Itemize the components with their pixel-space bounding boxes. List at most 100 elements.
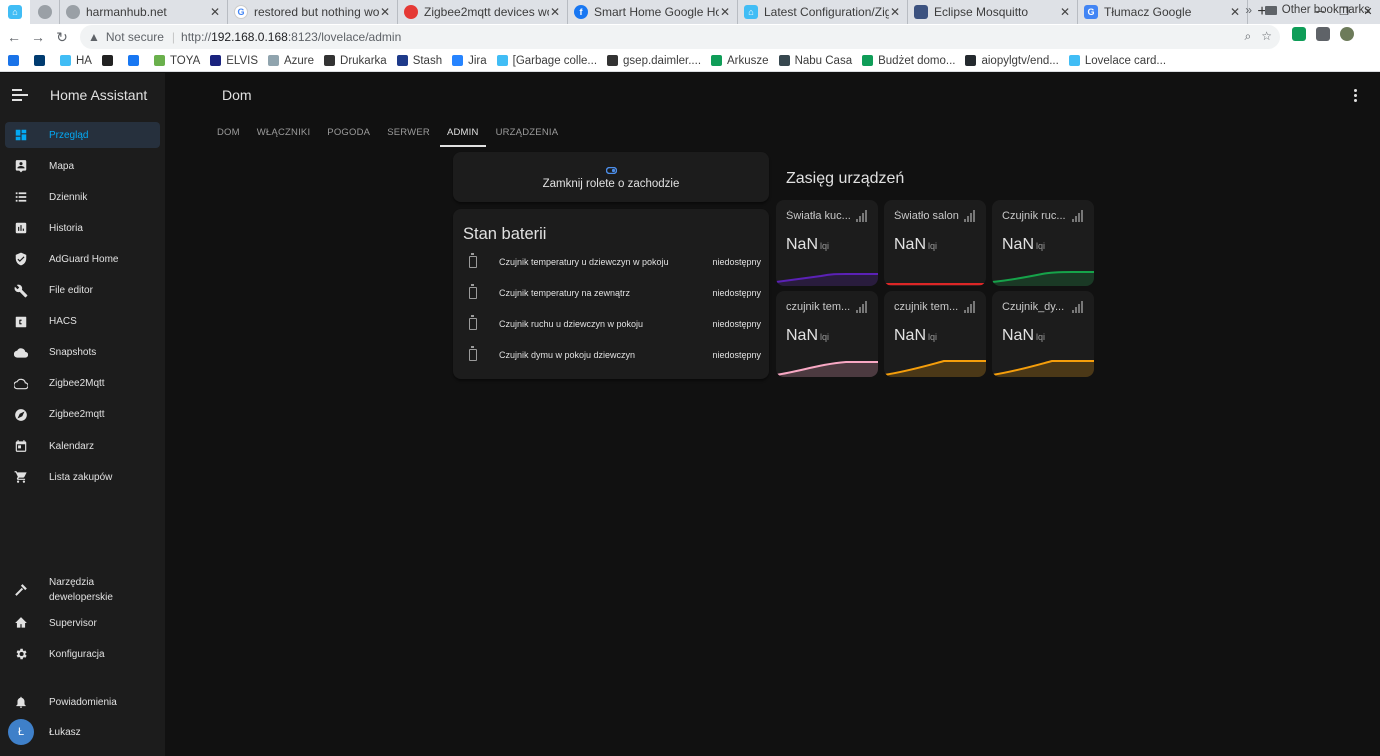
signal-card[interactable]: Czujnik_dy... NaN lqi [992, 291, 1094, 377]
sidebar-item-hacs[interactable]: HACS [5, 309, 160, 335]
sidebar-item-konfiguracja[interactable]: Konfiguracja [5, 641, 160, 667]
sidebar-item-narzędzia-deweloperskie[interactable]: Narzędzia deweloperskie [5, 574, 160, 606]
sidebar-item-notifications[interactable]: Powiadomienia [5, 689, 160, 715]
signal-card[interactable]: Światło salon NaN lqi [884, 200, 986, 286]
tab-serwer[interactable]: SERWER [380, 117, 437, 147]
reload-icon[interactable]: ↻ [50, 29, 74, 46]
not-secure-label[interactable]: Not secure [106, 30, 164, 44]
signal-card-value: NaN lqi [1002, 236, 1045, 254]
close-tab-icon[interactable]: ✕ [209, 5, 221, 19]
sidebar-item-kalendarz[interactable]: Kalendarz [5, 433, 160, 459]
sidebar-item-historia[interactable]: Historia [5, 215, 160, 241]
bookmark-item[interactable]: gsep.daimler.... [607, 55, 701, 67]
bookmark-item[interactable] [34, 55, 50, 66]
battery-row[interactable]: Czujnik temperatury u dziewczyn w pokoju… [469, 252, 761, 272]
bookmark-item[interactable]: aiopylgtv/end... [965, 55, 1059, 67]
browser-tab[interactable]: G restored but nothing wo ✕ [228, 0, 398, 24]
browser-tab-pinned[interactable] [30, 0, 60, 24]
close-tab-icon[interactable]: ✕ [1229, 5, 1241, 19]
button-card[interactable]: Zamknij rolete o zachodzie [453, 152, 769, 202]
browser-tab[interactable]: ⌂ Latest Configuration/Zig ✕ [738, 0, 908, 24]
cloud-icon [14, 346, 28, 360]
sidebar-item-przegląd[interactable]: Przegląd [5, 122, 160, 148]
bookmark-item[interactable] [127, 55, 144, 66]
calendar-icon [14, 439, 28, 453]
bookmark-label: Jira [468, 54, 487, 67]
bookmark-item[interactable]: Jira [452, 55, 487, 67]
battery-row[interactable]: Czujnik temperatury na zewnątrz niedostęp… [469, 283, 761, 303]
bookmark-item[interactable]: Drukarka [324, 55, 387, 67]
close-tab-icon[interactable]: ✕ [719, 5, 731, 19]
signal-card[interactable]: czujnik tem... NaN lqi [776, 291, 878, 377]
sidebar-item-mapa[interactable]: Mapa [5, 153, 160, 179]
url-text[interactable]: http://192.168.0.168:8123/lovelace/admin [181, 30, 401, 44]
browser-tab[interactable]: Eclipse Mosquitto ✕ [908, 0, 1078, 24]
profile-avatar-icon[interactable] [1340, 27, 1354, 41]
close-tab-icon[interactable]: ✕ [379, 5, 391, 19]
sidebar-item-adguard-home[interactable]: AdGuard Home [5, 246, 160, 272]
facebook-favicon-icon: f [574, 5, 588, 19]
omnibox-actions: ⌕ ☆ [1245, 29, 1273, 44]
forward-icon[interactable]: → [26, 29, 50, 45]
bookmark-item[interactable]: Nabu Casa [778, 55, 852, 67]
tab-admin[interactable]: ADMIN [439, 117, 486, 147]
other-bookmarks[interactable]: Other bookmarks [1264, 4, 1370, 16]
signal-value: NaN [894, 236, 927, 253]
battery-entity-name: Czujnik ruchu u dziewczyn w pokoju [499, 319, 644, 329]
battery-row[interactable]: Czujnik dymu w pokoju dziewczyn niedostęp… [469, 345, 761, 365]
tab-urządzenia[interactable]: URZĄDZENIA [489, 117, 566, 147]
bookmark-item[interactable]: ELVIS [210, 55, 258, 67]
tab-pogoda[interactable]: POGODA [320, 117, 377, 147]
signal-section-title: Zasięg urządzeń [786, 170, 905, 187]
sidebar-item-lista-zakupów[interactable]: Lista zakupów [5, 464, 160, 490]
signal-card[interactable]: czujnik tem... NaN lqi [884, 291, 986, 377]
close-tab-icon[interactable]: ✕ [889, 5, 901, 19]
sidebar-item-zigbee2mqtt[interactable]: Zigbee2Mqtt [5, 371, 160, 397]
menu-collapse-icon[interactable] [12, 88, 28, 101]
sidebar-item-supervisor[interactable]: Supervisor [5, 610, 160, 636]
bookmark-item[interactable]: TOYA [153, 55, 200, 67]
sidebar-item-snapshots[interactable]: Snapshots [5, 340, 160, 366]
signal-bars-icon [856, 210, 867, 222]
sidebar-item-user[interactable]: Ł Łukasz [5, 719, 160, 745]
bookmark-item[interactable]: Stash [396, 54, 443, 67]
bookmark-item[interactable]: Lovelace card... [1068, 55, 1166, 67]
tab-włączniki[interactable]: WŁĄCZNIKI [250, 117, 318, 147]
wrench-icon [14, 284, 28, 298]
back-icon[interactable]: ← [2, 29, 26, 45]
browser-tab[interactable]: harmanhub.net ✕ [60, 0, 228, 24]
close-tab-icon[interactable]: ✕ [549, 5, 561, 19]
hammer-icon [14, 583, 28, 597]
extensions-puzzle-icon[interactable] [1316, 27, 1330, 41]
bookmark-item[interactable] [101, 55, 118, 66]
browser-tab[interactable]: f Smart Home Google Hom ✕ [568, 0, 738, 24]
browser-tab-home-assistant[interactable]: ⌂ [0, 0, 30, 24]
signal-card[interactable]: Światła kuc... NaN lqi [776, 200, 878, 286]
bookmark-item[interactable] [8, 55, 24, 66]
signal-unit: lqi [928, 241, 938, 251]
signal-card[interactable]: Czujnik ruc... NaN lqi [992, 200, 1094, 286]
browser-tab[interactable]: G Tłumacz Google ✕ [1078, 0, 1248, 24]
bookmark-item[interactable]: Azure [267, 55, 314, 67]
sidebar-item-dziennik[interactable]: Dziennik [5, 184, 160, 210]
bookmark-star-icon[interactable]: ☆ [1261, 29, 1272, 44]
battery-row[interactable]: Czujnik ruchu u dziewczyn w pokoju niedos… [469, 314, 761, 334]
bookmarks-overflow[interactable]: » [1245, 3, 1252, 17]
tab-dom[interactable]: DOM [210, 117, 247, 147]
more-options-icon[interactable] [1354, 89, 1358, 104]
close-tab-icon[interactable]: ✕ [1059, 5, 1071, 19]
warning-icon[interactable]: ▲ [88, 30, 100, 44]
bookmark-label: Budżet domo... [878, 54, 956, 67]
extension-shield-icon[interactable] [1292, 27, 1306, 41]
bookmark-item[interactable]: [Garbage colle... [496, 55, 597, 67]
sidebar-item-zigbee2mqtt[interactable]: Zigbee2mqtt [5, 402, 160, 428]
zoom-search-icon[interactable]: ⌕ [1245, 29, 1252, 44]
bookmark-label: Stash [412, 54, 443, 67]
omnibox[interactable]: ▲ Not secure | http://192.168.0.168:8123… [80, 25, 1280, 49]
hacs-icon [14, 315, 28, 329]
sidebar-item-file-editor[interactable]: File editor [5, 278, 160, 304]
bookmark-item[interactable]: Arkusze [711, 55, 769, 67]
browser-tab[interactable]: Zigbee2mqtt devices wo ✕ [398, 0, 568, 24]
bookmark-item[interactable]: Budżet domo... [862, 55, 955, 67]
bookmark-item[interactable]: HA [60, 55, 92, 67]
